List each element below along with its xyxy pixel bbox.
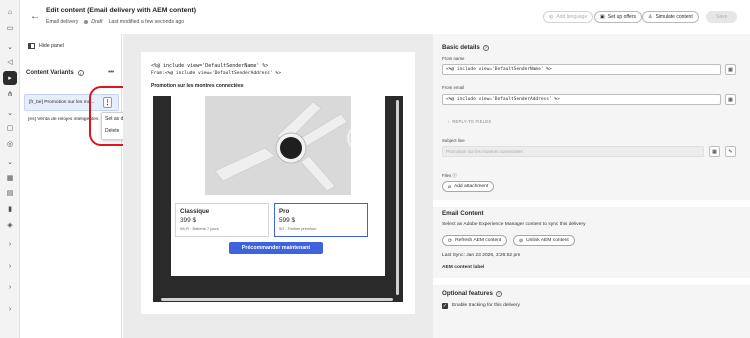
personalize-icon[interactable]: ▦ [709,146,720,157]
simulate-content-button[interactable]: ♙ Simulate content [642,11,699,23]
save-button[interactable]: Save [706,11,738,23]
preorder-button[interactable]: Précommander maintenant [229,242,323,254]
aem-content-label: AEM content label [442,265,485,270]
globe-icon: ◍ [549,14,554,20]
header-meta: Email delivery Draft Last modified a few… [46,19,184,25]
refresh-icon: ⟳ [448,238,453,244]
info-icon[interactable]: ? [482,44,489,51]
email-subject: Promotion sur les montres connectées [151,83,244,89]
attachment-icon: ⌀ [448,184,451,190]
back-arrow-icon[interactable]: ← [30,11,40,22]
chevron-down-icon[interactable]: ⌄ [4,156,16,168]
sender-name-code: <%@ include view='DefaultSenderName' %> [151,63,269,69]
chevron-right-icon[interactable]: › [4,303,16,315]
right-panel: Basic details? From name <%@ include vie… [433,34,750,338]
offer-icon: ▣ [600,14,605,20]
basic-details-heading: Basic details? [442,44,489,51]
reply-to-toggle[interactable]: › REPLY-TO FIELDS [448,119,491,124]
section-divider [433,278,750,285]
product-card: Pro 599 $ 5G · Finition premium [274,203,368,237]
files-label: Files ⓘ [442,173,457,178]
app-rail: ⌂ ▭ ⌄ ◁ ▸ ⋔ ⌄ ▢ ◎ ⌄ ▦ ▤ ▮ ◈ › › › › [0,0,20,338]
section-divider [433,200,750,207]
from-name-label: From name [442,56,465,61]
content-variants-title: Content Variants i [26,70,84,76]
chevron-right-icon[interactable]: › [4,238,16,250]
preview-canvas: <%@ include view='DefaultSenderName' %> … [123,34,433,338]
more-icon[interactable]: ••• [108,69,114,76]
flow-icon[interactable]: ⋔ [4,88,16,100]
add-language-button[interactable]: ◍ Add language [543,11,594,23]
email-content-description: Select an Adobe Experience Manager conte… [442,222,586,227]
page-title: Edit content (Email delivery with AEM co… [46,7,197,14]
product-card: Classique 399 $ Wi-Fi · Batterie 7 jours [175,203,269,237]
subject-line-label: Subject line [442,138,465,143]
info-icon[interactable]: i [77,70,84,76]
megaphone-icon[interactable]: ◁ [4,56,16,68]
channel-label: Email delivery [46,19,79,25]
email-content-heading: Email Content [442,210,484,217]
status-dot-icon [84,20,89,24]
ai-assistant-icon[interactable]: ✎ [725,146,736,157]
left-panel: Hide panel Content Variants i ••• [fr_be]… [20,34,149,338]
chevron-down-icon[interactable]: ⌄ [4,41,16,53]
from-name-field[interactable]: <%@ include view='DefaultSenderName' %> [442,64,721,75]
shield-icon[interactable]: ◈ [4,219,16,231]
subject-line-field[interactable]: Promotion sur les montres connectées [442,146,704,157]
vertical-scrollbar[interactable] [396,100,399,295]
unlink-aem-button[interactable]: ⊘ Unlink AEM content [513,235,575,246]
from-email-field[interactable]: <%@ include view='DefaultSenderAddress' … [442,94,721,105]
panel-icon [28,43,35,49]
email-body: Classique 399 $ Wi-Fi · Batterie 7 jours… [153,96,403,302]
add-attachment-button[interactable]: ⌀ Add attachment [442,181,495,192]
calendar-icon[interactable]: ▦ [4,172,16,184]
personalize-icon[interactable]: ▦ [725,94,736,105]
product-image [205,96,351,195]
horizontal-scrollbar[interactable] [161,298,393,301]
sender-address-code: From:<%@ include view='DefaultSenderAddr… [151,71,281,76]
email-content-area: Classique 399 $ Wi-Fi · Batterie 7 jours… [171,96,385,276]
chart-icon[interactable]: ▮ [4,203,16,215]
folder-icon[interactable]: ▤ [4,187,16,199]
chevron-down-icon[interactable]: ⌄ [4,107,16,119]
info-icon[interactable]: ? [495,290,502,297]
last-sync-label: Last Sync: Jan 23 2026, 3:26:52 pm [442,253,521,258]
offer-icon[interactable]: ◎ [4,138,16,150]
modified-label: Last modified a few seconds ago [108,19,185,25]
chevron-right-icon[interactable]: › [4,281,16,293]
message-icon[interactable]: ▢ [4,122,16,134]
set-up-offers-button[interactable]: ▣ Set up offers [594,11,642,23]
chevron-right-icon[interactable]: › [4,260,16,272]
tracking-label: Enable tracking for this delivery [452,303,520,308]
user-icon: ♙ [648,14,653,20]
box-search-icon[interactable]: ▭ [4,22,16,34]
hide-panel-button[interactable]: Hide panel [28,43,64,49]
unlink-icon: ⊘ [519,238,524,244]
refresh-aem-button[interactable]: ⟳ Refresh AEM content [442,235,508,246]
email-preview: <%@ include view='DefaultSenderName' %> … [141,52,415,314]
journey-icon[interactable]: ▸ [3,71,17,85]
from-email-label: From email [442,85,464,90]
optional-features-heading: Optional features? [442,290,502,297]
home-icon[interactable]: ⌂ [4,6,16,18]
header: ← Edit content (Email delivery with AEM … [20,0,750,34]
status-badge: Draft [84,19,103,25]
tracking-checkbox[interactable]: ✓ [442,303,448,309]
personalize-icon[interactable]: ▦ [725,64,736,75]
